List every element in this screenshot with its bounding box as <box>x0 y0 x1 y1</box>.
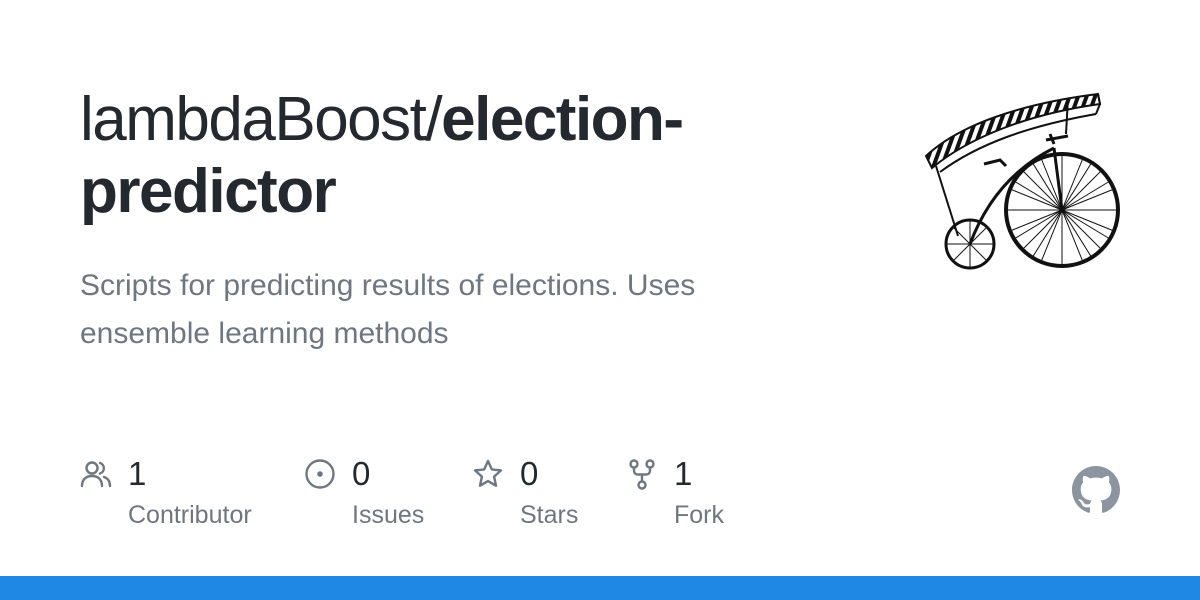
repo-description: Scripts for predicting results of electi… <box>80 269 696 350</box>
stars-count: 0 <box>520 455 539 492</box>
star-icon <box>473 459 503 487</box>
repo-title: lambdaBoost/election-predictor <box>80 84 840 228</box>
issue-opened-icon <box>305 459 335 489</box>
issues-label: Issues <box>352 501 425 529</box>
forks-count: 1 <box>674 455 693 492</box>
issues-count: 0 <box>352 455 371 492</box>
repo-forked-icon <box>629 459 655 490</box>
penny-farthing-avatar <box>924 92 1120 270</box>
stars-label: Stars <box>520 501 579 529</box>
people-icon <box>80 461 112 488</box>
repo-owner: lambdaBoost/ <box>80 85 443 154</box>
accent-bar <box>0 576 1200 600</box>
github-mark-icon[interactable] <box>1072 466 1120 514</box>
forks-label: Fork <box>674 501 724 529</box>
contributors-count: 1 <box>128 455 147 492</box>
contributors-label: Contributor <box>128 501 252 529</box>
